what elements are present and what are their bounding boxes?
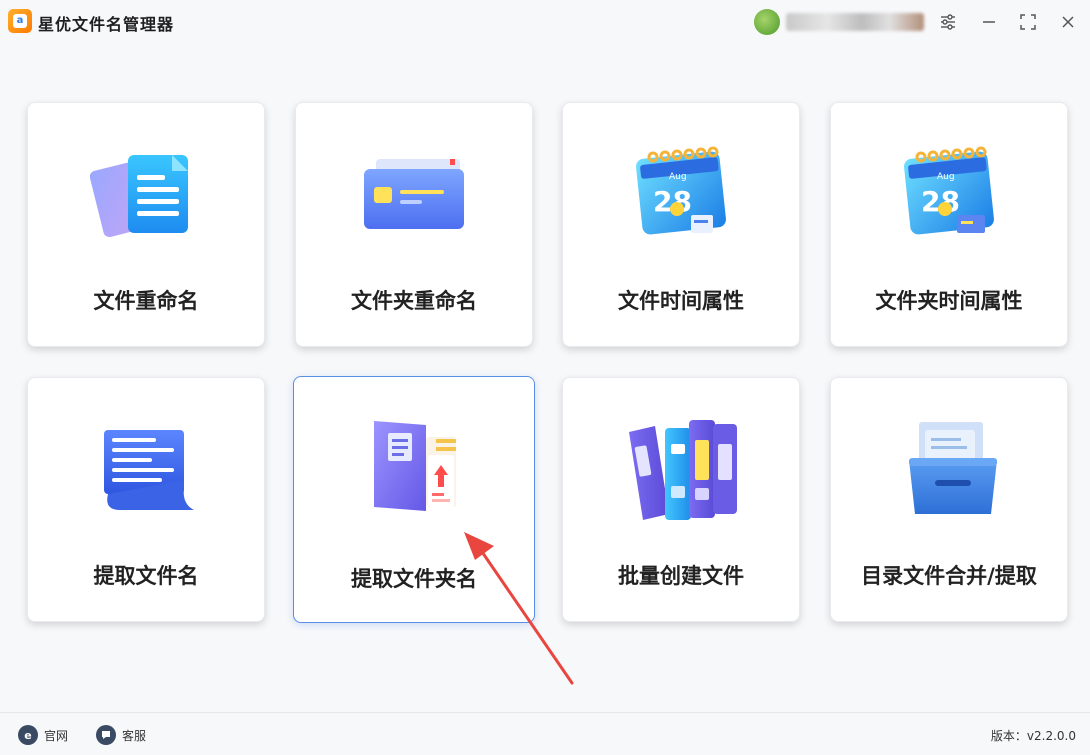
book-folder-icon [374, 421, 456, 511]
calendar-month: Aug [669, 172, 687, 182]
username-blurred: user [786, 13, 924, 31]
chat-icon [96, 725, 116, 745]
calendar-folder-icon: Aug 28 [904, 146, 994, 235]
avatar[interactable] [754, 9, 780, 35]
support-link[interactable]: 客服 [96, 725, 146, 745]
card-label: 目录文件合并/提取 [861, 564, 1037, 588]
card-label: 文件夹重命名 [351, 289, 477, 313]
website-link[interactable]: e 官网 [18, 725, 68, 745]
scroll-icon [104, 430, 194, 510]
title-bar: a 星优文件名管理器 user [0, 0, 1090, 44]
file-drawer-icon [909, 422, 997, 514]
app-logo-letter: a [13, 14, 27, 28]
close-button[interactable] [1056, 10, 1080, 34]
card-label: 文件时间属性 [618, 289, 744, 313]
calendar-month: Aug [937, 172, 955, 182]
maximize-icon [1020, 14, 1036, 30]
card-extract-foldername[interactable]: 提取文件夹名 [293, 376, 535, 623]
card-batch-create[interactable]: 批量创建文件 [562, 377, 800, 622]
app-title: 星优文件名管理器 [38, 15, 175, 34]
sliders-icon [941, 14, 955, 30]
app-logo-icon: a [8, 9, 32, 33]
card-label: 批量创建文件 [618, 564, 744, 588]
card-file-time[interactable]: Aug 28 文件时间属性 [562, 102, 800, 347]
document-icon [90, 155, 188, 238]
user-account[interactable]: user [754, 8, 924, 36]
card-extract-filename[interactable]: 提取文件名 [27, 377, 265, 622]
card-folder-time[interactable]: Aug 28 文件夹时间属性 [830, 102, 1068, 347]
card-folder-rename[interactable]: 文件夹重命名 [295, 102, 533, 347]
website-icon: e [18, 725, 38, 745]
support-label: 客服 [122, 728, 147, 743]
card-label: 文件夹时间属性 [875, 289, 1023, 313]
website-label: 官网 [44, 728, 69, 743]
binders-icon [629, 420, 737, 520]
minimize-button[interactable] [977, 10, 1001, 34]
folder-icon [364, 159, 464, 229]
card-label: 提取文件名 [93, 564, 199, 588]
footer: e 官网 客服 版本：v2.2.0.0 [0, 712, 1090, 755]
minimize-icon [983, 21, 995, 23]
close-icon [1062, 16, 1074, 28]
card-label: 提取文件夹名 [351, 567, 477, 591]
calendar-icon: Aug 28 [636, 146, 726, 235]
card-label: 文件重命名 [93, 289, 199, 313]
version-text: 版本：v2.2.0.0 [990, 729, 1076, 743]
maximize-button[interactable] [1016, 10, 1040, 34]
card-file-rename[interactable]: 文件重命名 [27, 102, 265, 347]
settings-button[interactable] [936, 10, 960, 34]
card-merge-extract[interactable]: 目录文件合并/提取 [830, 377, 1068, 622]
